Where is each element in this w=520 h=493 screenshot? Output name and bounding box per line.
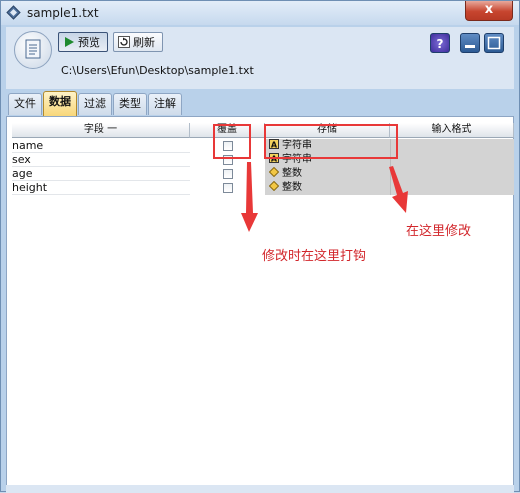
storage-hint-text: 在这里修改 [406, 224, 472, 239]
data-panel: 字段 一 覆盖 存储 输入格式 name A 字符串 sex A 字符串 age… [6, 116, 514, 486]
refresh-icon [118, 36, 130, 48]
tab-bar: 文件 数据 过滤 类型 注解 [6, 91, 514, 116]
arrow-to-storage-icon [389, 166, 408, 213]
preview-label: 预览 [78, 36, 100, 49]
app-window: sample1.txt x 预览 刷新 ? C:\Users\Efun\Desk… [0, 0, 520, 493]
title-bar[interactable]: sample1.txt x [1, 1, 519, 25]
file-path: C:\Users\Efun\Desktop\sample1.txt [61, 64, 254, 77]
preview-button[interactable]: 预览 [58, 32, 108, 52]
tab-annotation[interactable]: 注解 [148, 93, 182, 115]
help-icon: ? [437, 37, 444, 51]
svg-text:?: ? [437, 37, 444, 51]
tab-filter[interactable]: 过滤 [78, 93, 112, 115]
help-button[interactable]: ? [430, 33, 450, 53]
window-title: sample1.txt [27, 6, 99, 20]
tab-file[interactable]: 文件 [8, 93, 42, 115]
tab-type[interactable]: 类型 [113, 93, 147, 115]
document-icon [25, 39, 41, 59]
play-icon [65, 37, 74, 47]
maximize-icon [487, 36, 501, 50]
document-node-icon [14, 31, 52, 69]
app-diamond-icon [6, 5, 21, 20]
override-hint-text: 修改时在这里打钩 [262, 249, 367, 264]
toolbar-area: 预览 刷新 ? C:\Users\Efun\Desktop\sample1.tx… [6, 27, 514, 89]
refresh-label: 刷新 [133, 36, 155, 49]
refresh-button[interactable]: 刷新 [113, 32, 163, 52]
minimize-panel-button[interactable] [460, 33, 480, 53]
maximize-panel-button[interactable] [484, 33, 504, 53]
annotation-arrows [241, 162, 408, 232]
close-button[interactable]: x [465, 1, 513, 21]
tab-data[interactable]: 数据 [43, 91, 77, 116]
minimize-icon [465, 45, 475, 48]
arrow-to-override-icon [241, 162, 258, 232]
